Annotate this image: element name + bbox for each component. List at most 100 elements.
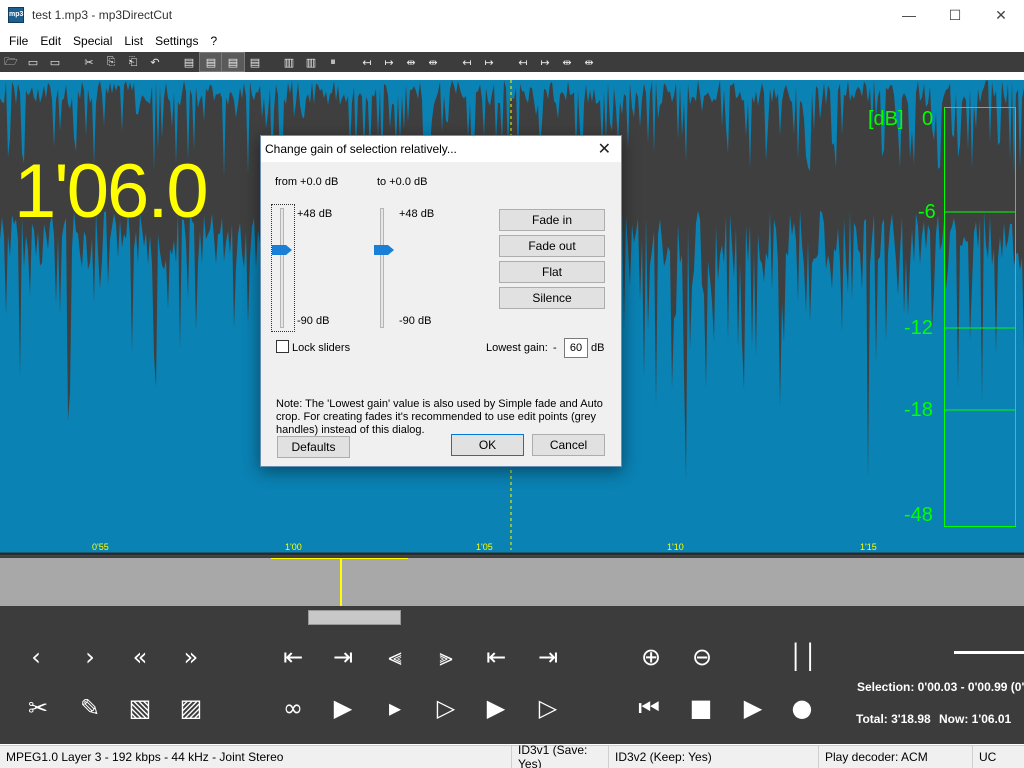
timeline-tick: 0'55 (92, 542, 109, 552)
nav-left-icon[interactable]: ↤ (512, 53, 534, 71)
doc-icon[interactable]: ▤ (178, 53, 200, 71)
silence-button[interactable]: Silence (499, 287, 605, 309)
mark-both-icon[interactable]: ⇹ (400, 53, 422, 71)
menu-list[interactable]: List (118, 34, 149, 48)
dialog-note: Note: The 'Lowest gain' value is also us… (276, 398, 603, 436)
scissors-icon[interactable]: ✂ (20, 690, 56, 726)
current-time-display: 1'06.0 (14, 149, 209, 234)
to-marker-left-icon[interactable]: ⫷ (377, 639, 413, 675)
play-sel-start-icon[interactable]: ▷ (428, 690, 464, 726)
overview-scroll-thumb[interactable] (308, 610, 401, 625)
paste-icon[interactable]: ⎗ (122, 53, 144, 71)
level-bars-icon[interactable]: ││ (785, 639, 821, 675)
pause-icon[interactable]: ⏸ (322, 53, 344, 71)
zoom-out-icon[interactable]: ⊖ (684, 639, 720, 675)
timeline-tick: 1'05 (476, 542, 493, 552)
menu-special[interactable]: Special (67, 34, 118, 48)
overview-cursor[interactable] (340, 558, 342, 608)
from-min-label: -90 dB (297, 315, 330, 327)
level-meter (944, 107, 1016, 527)
status-bar: MPEG1.0 Layer 3 - 192 kbps - 44 kHz - Jo… (0, 743, 1024, 768)
menu-settings[interactable]: Settings (149, 34, 204, 48)
lock-sliders-checkbox[interactable] (276, 340, 289, 353)
skip-start-icon[interactable]: ⏮ (631, 690, 667, 726)
play-sel-end-icon[interactable]: ▸ (377, 690, 413, 726)
fade-in-button[interactable]: Fade in (499, 209, 605, 231)
prev-icon[interactable]: ‹ (18, 639, 54, 675)
ok-button[interactable]: OK (451, 434, 524, 456)
save-selection-icon[interactable]: ▭ (44, 53, 66, 71)
menu-edit[interactable]: Edit (34, 34, 67, 48)
status-id3v1: ID3v1 (Save: Yes) (512, 743, 609, 768)
forward-icon[interactable]: » (173, 639, 209, 675)
timeline-tick: 1'00 (285, 542, 302, 552)
to-slider[interactable] (380, 208, 384, 328)
doc-b-icon[interactable]: ▤ (221, 52, 245, 72)
to-sel-start-icon[interactable]: ⇤ (275, 639, 311, 675)
db-unit-label: [dB] (868, 108, 904, 130)
play-icon[interactable]: ▶ (735, 690, 771, 726)
db-scale-48: -48 (904, 504, 933, 526)
save-icon[interactable]: ▭ (22, 53, 44, 71)
minimize-button[interactable]: — (886, 0, 932, 30)
next-icon[interactable]: › (72, 639, 108, 675)
to-min-label: -90 dB (399, 315, 432, 327)
timeline-tick: 1'10 (667, 542, 684, 552)
to-start-icon[interactable]: ⇤ (478, 639, 514, 675)
to-end-icon[interactable]: ⇥ (530, 639, 566, 675)
volume-slider[interactable] (954, 651, 1024, 654)
to-sel-end-icon[interactable]: ⇥ (325, 639, 361, 675)
doc-c-icon[interactable]: ▤ (244, 53, 266, 71)
split2-icon[interactable]: ▥ (300, 53, 322, 71)
to-slider-thumb[interactable] (374, 245, 394, 255)
undo-icon[interactable]: ↶ (144, 53, 166, 71)
stop-icon[interactable]: ■ (683, 690, 719, 726)
from-label: from +0.0 dB (275, 176, 339, 188)
to-marker-right-icon[interactable]: ⫸ (428, 639, 464, 675)
from-slider[interactable] (280, 208, 284, 328)
menu-help[interactable]: ? (204, 34, 223, 48)
dialog-close-icon[interactable]: ✕ (598, 139, 611, 159)
nav-both-icon[interactable]: ⇹ (556, 53, 578, 71)
overview-strip[interactable] (0, 556, 1024, 608)
close-button[interactable]: ✕ (978, 0, 1024, 30)
lock-sliders-label: Lock sliders (292, 342, 351, 354)
open-icon[interactable]: 🗁 (0, 53, 22, 71)
mark-right-icon[interactable]: ↦ (378, 53, 400, 71)
mark-both2-icon[interactable]: ⇹ (422, 53, 444, 71)
to-label: to +0.0 dB (377, 176, 428, 188)
db-scale-18: -18 (904, 399, 933, 421)
cancel-button[interactable]: Cancel (532, 434, 605, 456)
play-selection-icon[interactable]: ▶ (325, 690, 361, 726)
lowest-gain-input[interactable]: 60 (564, 338, 588, 358)
mark-set-icon[interactable]: ↤ (456, 53, 478, 71)
select-all-icon[interactable]: ▨ (173, 690, 209, 726)
cut-icon[interactable]: ✂ (78, 53, 100, 71)
nav-right-icon[interactable]: ↦ (534, 53, 556, 71)
flat-button[interactable]: Flat (499, 261, 605, 283)
select-area-icon[interactable]: ▧ (122, 690, 158, 726)
record-icon[interactable]: ● (784, 690, 820, 726)
nav-both2-icon[interactable]: ⇹ (578, 53, 600, 71)
now-time: Now: 1'06.01 (939, 712, 1012, 726)
mark-left-icon[interactable]: ↤ (356, 53, 378, 71)
rewind-icon[interactable]: « (122, 639, 158, 675)
defaults-button[interactable]: Defaults (277, 436, 350, 458)
lowest-gain-minus: - (553, 342, 557, 354)
menu-bar: File Edit Special List Settings ? (0, 31, 1024, 51)
mark-set2-icon[interactable]: ↦ (478, 53, 500, 71)
menu-file[interactable]: File (3, 34, 34, 48)
pencil-icon[interactable]: ✎ (72, 690, 108, 726)
lowest-gain-label: Lowest gain: (486, 342, 548, 354)
copy-icon[interactable]: ⎘ (100, 53, 122, 71)
status-format: MPEG1.0 Layer 3 - 192 kbps - 44 kHz - Jo… (0, 745, 512, 768)
zoom-in-icon[interactable]: ⊕ (633, 639, 669, 675)
doc-a-icon[interactable]: ▤ (199, 52, 223, 72)
play-to-sel-icon[interactable]: ▶ (478, 690, 514, 726)
loop-icon[interactable]: ∞ (275, 690, 311, 726)
fade-out-button[interactable]: Fade out (499, 235, 605, 257)
title-bar: mp3 test 1.mp3 - mp3DirectCut — ☐ ✕ (0, 0, 1024, 30)
split-icon[interactable]: ▥ (278, 53, 300, 71)
maximize-button[interactable]: ☐ (932, 0, 978, 30)
play-from-sel-icon[interactable]: ▷ (530, 690, 566, 726)
